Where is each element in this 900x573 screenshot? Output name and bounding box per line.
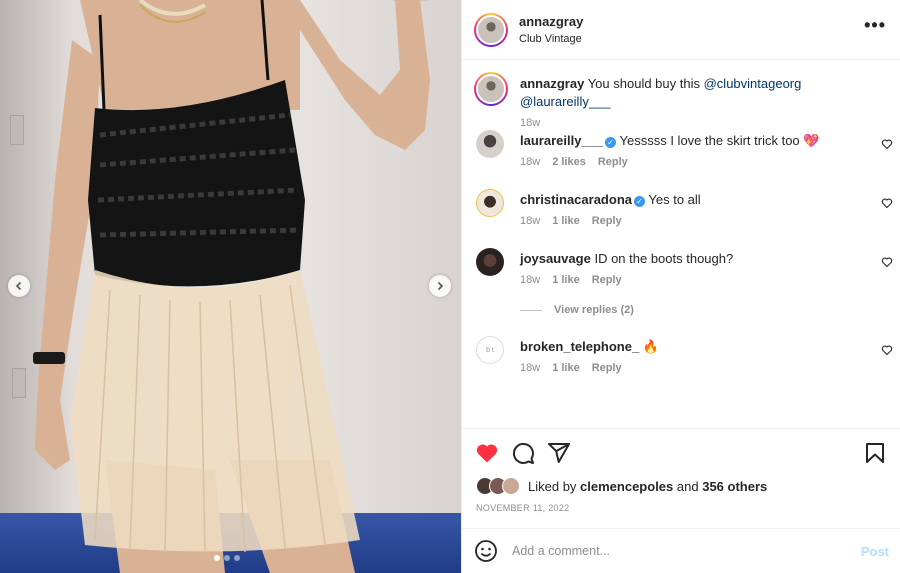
liker-avatars[interactable]	[476, 477, 522, 495]
like-comment-icon[interactable]	[881, 197, 893, 209]
author-avatar[interactable]	[474, 12, 508, 47]
comment-time[interactable]: 18w	[520, 362, 540, 374]
comment-input[interactable]: Add a comment...	[512, 544, 861, 558]
post-date[interactable]: NOVEMBER 11, 2022	[476, 503, 569, 513]
verified-badge-icon: ✓	[605, 137, 617, 148]
comment-text: Yes to all	[648, 192, 701, 207]
reply-button[interactable]: Reply	[592, 215, 622, 227]
share-icon[interactable]	[547, 441, 571, 465]
caption-username[interactable]: annazgray	[520, 76, 584, 91]
mention-link[interactable]: @laurareilly___	[520, 94, 611, 109]
comment-username[interactable]: joysauvage	[520, 251, 591, 266]
ellipsis-icon[interactable]: •••	[864, 16, 886, 34]
comment-username[interactable]: laurareilly___	[520, 133, 603, 148]
post-photo[interactable]	[0, 0, 461, 573]
liker-username[interactable]: clemencepoles	[580, 479, 673, 494]
comment-text: Yesssss I love the skirt trick too	[619, 133, 800, 148]
verified-badge-icon: ✓	[634, 196, 645, 207]
likes-middle: and	[676, 478, 699, 494]
commenter-avatar[interactable]	[476, 189, 504, 217]
comment-time[interactable]: 18w	[520, 156, 540, 168]
commenter-avatar[interactable]	[476, 248, 504, 276]
view-replies-button[interactable]: View replies (2)	[520, 304, 634, 316]
comment-time[interactable]: 18w	[520, 274, 540, 286]
carousel-dot	[234, 555, 240, 561]
comment-username[interactable]: broken_telephone_	[520, 339, 639, 354]
view-replies-label: View replies (2)	[554, 304, 634, 316]
comment-username[interactable]: christinacaradona	[520, 192, 632, 207]
carousel-prev-button[interactable]	[8, 275, 30, 297]
post-header: annazgray Club Vintage •••	[462, 0, 900, 60]
like-comment-icon[interactable]	[881, 344, 893, 356]
carousel-dot	[214, 555, 220, 561]
post-panel: annazgray Club Vintage ••• annazgray You…	[461, 0, 900, 573]
comment-likes[interactable]: 2 likes	[552, 156, 586, 168]
add-comment-bar: Add a comment... Post	[462, 528, 900, 573]
comment-likes[interactable]: 1 like	[552, 215, 580, 227]
post-location[interactable]: Club Vintage	[519, 33, 583, 45]
comment-text: ID on the boots though?	[594, 251, 734, 266]
heart-filled-icon[interactable]	[475, 441, 499, 465]
like-comment-icon[interactable]	[881, 256, 893, 268]
post-actions: Liked by clemencepoles and 356 others NO…	[462, 428, 900, 528]
reply-button[interactable]: Reply	[592, 362, 622, 374]
reply-button[interactable]: Reply	[592, 274, 622, 286]
commenter-avatar[interactable]	[476, 130, 504, 158]
author-username[interactable]: annazgray	[519, 14, 583, 29]
comment-icon[interactable]	[511, 441, 535, 465]
comment-time[interactable]: 18w	[520, 215, 540, 227]
carousel-indicator	[214, 555, 240, 561]
fire-emoji-icon: 🔥	[642, 339, 660, 354]
reply-button[interactable]: Reply	[598, 156, 628, 168]
caption-time[interactable]: 18w	[520, 117, 540, 129]
divider-line	[520, 309, 542, 311]
carousel-next-button[interactable]	[429, 275, 451, 297]
smiley-icon[interactable]	[474, 539, 498, 563]
bookmark-icon[interactable]	[863, 441, 887, 465]
comment-likes[interactable]: 1 like	[552, 362, 580, 374]
commenter-avatar[interactable]: b t	[476, 336, 504, 364]
comment-likes[interactable]: 1 like	[552, 274, 580, 286]
likes-summary: Liked by clemencepoles and 356 others	[476, 477, 767, 495]
caption-text: You should buy this	[587, 76, 700, 91]
model-figure	[33, 0, 430, 573]
comments-list: annazgray You should buy this @clubvinta…	[462, 60, 900, 428]
post-button[interactable]: Post	[861, 544, 889, 559]
likes-count[interactable]: 356 others	[702, 479, 767, 494]
caption-avatar[interactable]	[474, 72, 508, 106]
mention-link[interactable]: @clubvintageorg	[704, 76, 802, 91]
likes-prefix: Liked by	[528, 478, 577, 494]
heart-emoji-icon: 💖	[803, 133, 820, 148]
like-comment-icon[interactable]	[881, 138, 893, 150]
chevron-right-icon	[437, 281, 444, 291]
carousel-dot	[224, 555, 230, 561]
chevron-left-icon	[15, 281, 22, 291]
